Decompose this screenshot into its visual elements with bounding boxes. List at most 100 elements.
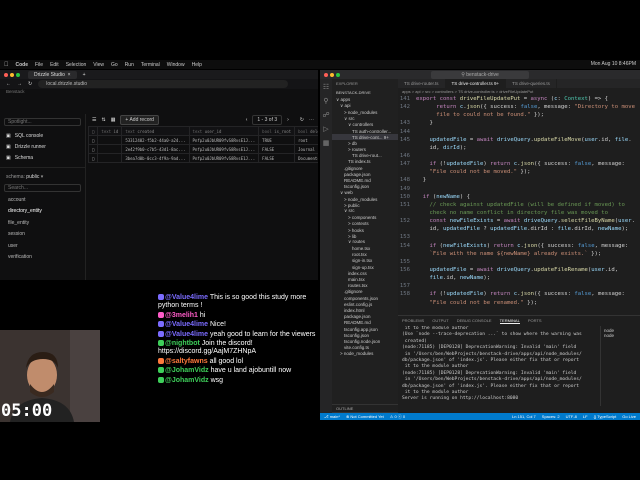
menu-item-file[interactable]: File [35,62,43,68]
table-cell[interactable]: Pnfp2u0JbUR09fvS8RvsE1J... [188,153,260,163]
table-cell[interactable] [97,153,123,163]
menu-item-go[interactable]: Go [111,62,118,68]
forward-icon[interactable]: → [17,81,22,87]
nav-sql-console[interactable]: ▣ SQL console [0,130,85,141]
back-icon[interactable]: ← [6,81,11,87]
table-cell[interactable]: TRUE [258,135,296,145]
panel-tab-ports[interactable]: PORTS [528,318,542,323]
status-item[interactable]: Go Live [622,414,636,419]
refresh-icon[interactable]: ↻ [300,117,304,123]
column-header-deleted[interactable]: bool deleted [294,126,318,136]
table-item-session[interactable]: session [0,229,85,241]
terminal-output[interactable]: it to the module author (Use `node --trac… [398,326,598,412]
row-checkbox[interactable]: □ [87,144,99,154]
status-item[interactable]: ⊗ Not Committed Yet [346,414,384,420]
command-center[interactable]: ⚲ benstack-drive [431,70,529,79]
schema-select[interactable]: schema: public ▾ [0,172,85,182]
table-cell[interactable]: FALSE [258,144,296,154]
code-line: file.id, newName); [398,274,640,282]
spotlight-search[interactable]: Spotlight... [4,118,81,126]
browser-tab[interactable]: Drizzle Studio × [28,70,77,79]
table-cell[interactable]: Documents [294,153,318,163]
menu-item-edit[interactable]: Edit [50,62,59,68]
editor-tab[interactable]: TS drive-router.ts [398,79,446,88]
panel-tab-terminal[interactable]: TERMINAL [499,318,520,324]
status-item[interactable]: Spaces: 2 [542,414,560,419]
chat-message: @Value4lime yeah good to learn for the v… [158,330,320,339]
table-cell[interactable] [97,144,123,154]
source-control-icon[interactable]: ☍ [322,111,329,119]
url-field[interactable]: local.drizzle.studio [38,80,289,88]
table-item-directory_entity[interactable]: directory_entity [0,206,85,218]
table-row[interactable]: □ 3bea7d0b-0cc3-4f9a-9ad... Pnfp2u0JbUR09f… [87,153,318,163]
column-header-id[interactable]: text id [97,126,123,136]
table-cell[interactable]: Pnfp2u0JbUR09fvS8RvsE1J... [188,135,260,145]
table-row[interactable]: □ 2e42f9b0-c7b5-43d1-8ac... Pnfp2u0JbUR09f… [87,144,318,154]
menu-item-help[interactable]: Help [192,62,202,68]
table-cell[interactable]: 3bea7d0b-0cc3-4f9a-9ad... [121,153,190,163]
column-header-user_id[interactable]: text user_id [188,126,260,136]
panel-tab-problems[interactable]: PROBLEMS [402,318,424,323]
sort-icon[interactable]: ⇅ [101,117,105,123]
menu-item-code[interactable]: Code [16,62,29,68]
outline-section[interactable]: OUTLINE [332,404,398,412]
menu-item-window[interactable]: Window [167,62,185,68]
table-item-account[interactable]: account [0,194,85,206]
select-all-checkbox[interactable]: □ [87,126,99,136]
apple-icon[interactable]:  [4,62,9,68]
terminal-session[interactable]: node [604,333,637,338]
reload-icon[interactable]: ↻ [28,81,32,87]
column-header-is_root[interactable]: bool is_root [258,126,296,136]
prev-page-icon[interactable]: ‹ [246,117,248,123]
table-item-verification[interactable]: verification [0,252,85,264]
menu-item-view[interactable]: View [93,62,104,68]
table-cell[interactable]: FALSE [258,153,296,163]
run-debug-icon[interactable]: ▷ [323,125,328,133]
status-item[interactable]: ⚠ 0 ⓧ 0 [390,414,405,420]
line-number [398,299,416,307]
new-tab-icon[interactable]: + [83,72,86,78]
row-checkbox[interactable]: □ [87,135,99,145]
code-line: 152 const newFileExists = await driveQue… [398,217,640,225]
table-cell[interactable]: Pnfp2u0JbUR09fvS8RvsE1J... [188,144,260,154]
code-line: 157 [398,282,640,290]
panel-tab-debug-console[interactable]: DEBUG CONSOLE [457,318,492,323]
editor-tab[interactable]: TS drive-controller.ts 9+ [445,79,507,88]
editor-tab[interactable]: TS drive-queries.ts [506,79,557,88]
more-icon[interactable]: ⋯ [309,117,314,123]
table-cell[interactable]: 53312402-f5b2-44a0-a24... [121,135,190,145]
explorer-icon[interactable]: ☷ [323,83,329,91]
menu-item-selection[interactable]: Selection [66,62,87,68]
line-number: 142 [399,104,410,111]
table-row[interactable]: □ 53312402-f5b2-44a0-a24... Pnfp2u0JbUR09f… [87,135,318,145]
row-checkbox[interactable]: □ [87,153,99,163]
extensions-icon[interactable]: ▦ [323,139,330,147]
table-item-user[interactable]: user [0,240,85,252]
nav-schema[interactable]: ▣ Schema [0,152,85,163]
code-line: 147 if (!updatedFile) return c.json({ su… [398,160,640,168]
table-cell[interactable] [97,135,123,145]
columns-icon[interactable]: ▦ [111,117,116,123]
panel-tab-output[interactable]: OUTPUT [432,318,448,323]
filter-icon[interactable]: ☰ [92,117,96,123]
table-item-file_entity[interactable]: file_entity [0,217,85,229]
status-item[interactable]: Ln 151, Col 7 [512,414,536,419]
code-editor[interactable]: 141 export const driveFileUpdatePut = asy… [398,95,640,310]
column-header-created[interactable]: text created [121,126,190,136]
menu-item-terminal[interactable]: Terminal [141,62,160,68]
status-item[interactable]: {} TypeScript [594,414,617,419]
table-search-input[interactable]: Search... [4,184,81,192]
add-record-button[interactable]: + Add record [120,115,159,125]
menu-item-run[interactable]: Run [125,62,134,68]
tree-item[interactable]: > node_modules [332,351,398,357]
table-cell[interactable]: root [294,135,318,145]
next-page-icon[interactable]: › [287,117,289,123]
table-cell[interactable]: Journal [294,144,318,154]
status-item[interactable]: UTF-8 [566,414,577,419]
line-number: 152 [399,218,410,225]
status-item[interactable]: ⎇ main* [324,414,340,420]
nav-drizzle-runner[interactable]: ▣ Drizzle runner [0,141,85,152]
status-item[interactable]: LF [583,414,588,419]
table-cell[interactable]: 2e42f9b0-c7b5-43d1-8ac... [121,144,190,154]
search-icon[interactable]: ⚲ [323,97,328,105]
